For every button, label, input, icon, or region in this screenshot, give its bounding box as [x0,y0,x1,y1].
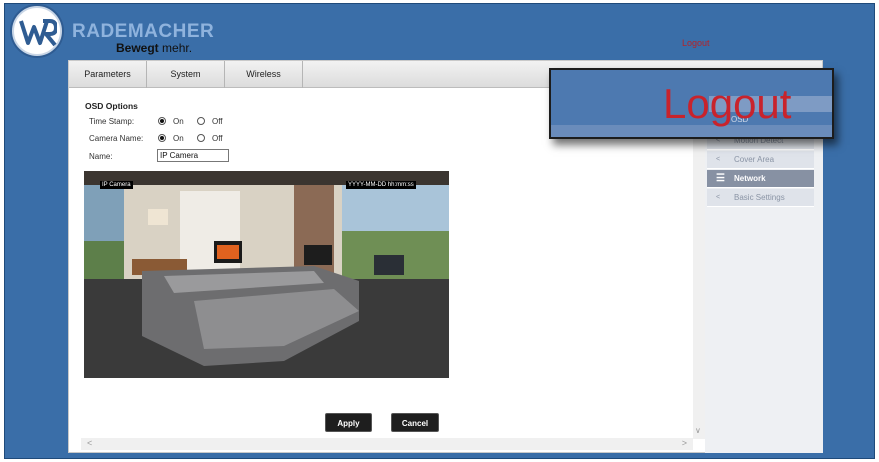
rademacher-logo-icon [12,6,62,56]
chevron-left-icon: < [716,194,721,201]
list-icon: ☰ [716,173,725,184]
camera-name-input[interactable] [157,149,229,162]
brand-slogan: Bewegt mehr. [116,41,193,55]
zoom-callout: OSD Logout [549,68,834,139]
sidebar-item-network[interactable]: ☰ Network [707,170,814,188]
sidebar-item-cover-area[interactable]: < Cover Area [707,151,814,169]
section-title: OSD Options [85,101,138,111]
scroll-down-icon[interactable]: ∨ [695,426,701,435]
time-stamp-off-radio[interactable] [197,117,205,125]
osd-timestamp: YYYY-MM-DD hh:mm:ss [346,181,416,189]
camera-preview-image [84,171,449,378]
vertical-scrollbar[interactable]: ∨ [693,89,705,439]
osd-content: OSD Options Time Stamp: On Off Camera Na… [69,89,693,439]
sidebar-item-basic-settings[interactable]: < Basic Settings [707,189,814,207]
tab-wireless[interactable]: Wireless [225,61,303,88]
camera-name-on-label: On [173,134,184,143]
logout-link[interactable]: Logout [682,38,710,48]
horizontal-scrollbar[interactable]: < > [81,438,693,450]
tab-system[interactable]: System [147,61,225,88]
camera-name-off-radio[interactable] [197,134,205,142]
scroll-right-icon[interactable]: > [682,438,687,448]
sidebar: < Motion Detect < Cover Area ☰ Network < Bas… [705,89,823,453]
scroll-left-icon[interactable]: < [87,438,92,448]
time-stamp-label: Time Stamp: [89,117,135,126]
cancel-button[interactable]: Cancel [391,413,439,432]
camera-preview: IP Camera YYYY-MM-DD hh:mm:ss [84,171,449,378]
apply-button[interactable]: Apply [325,413,372,432]
osd-camera-name: IP Camera [100,181,133,189]
time-stamp-on-radio[interactable] [158,117,166,125]
time-stamp-on-label: On [173,117,184,126]
zoomed-logout-link[interactable]: Logout [663,78,791,130]
camera-name-label: Camera Name: [89,134,144,143]
name-label: Name: [89,152,113,161]
chevron-left-icon: < [716,156,721,163]
brand-name: RADEMACHER [72,21,215,42]
tab-parameters[interactable]: Parameters [69,61,147,88]
time-stamp-off-label: Off [212,117,223,126]
camera-name-on-radio[interactable] [158,134,166,142]
camera-name-off-label: Off [212,134,223,143]
